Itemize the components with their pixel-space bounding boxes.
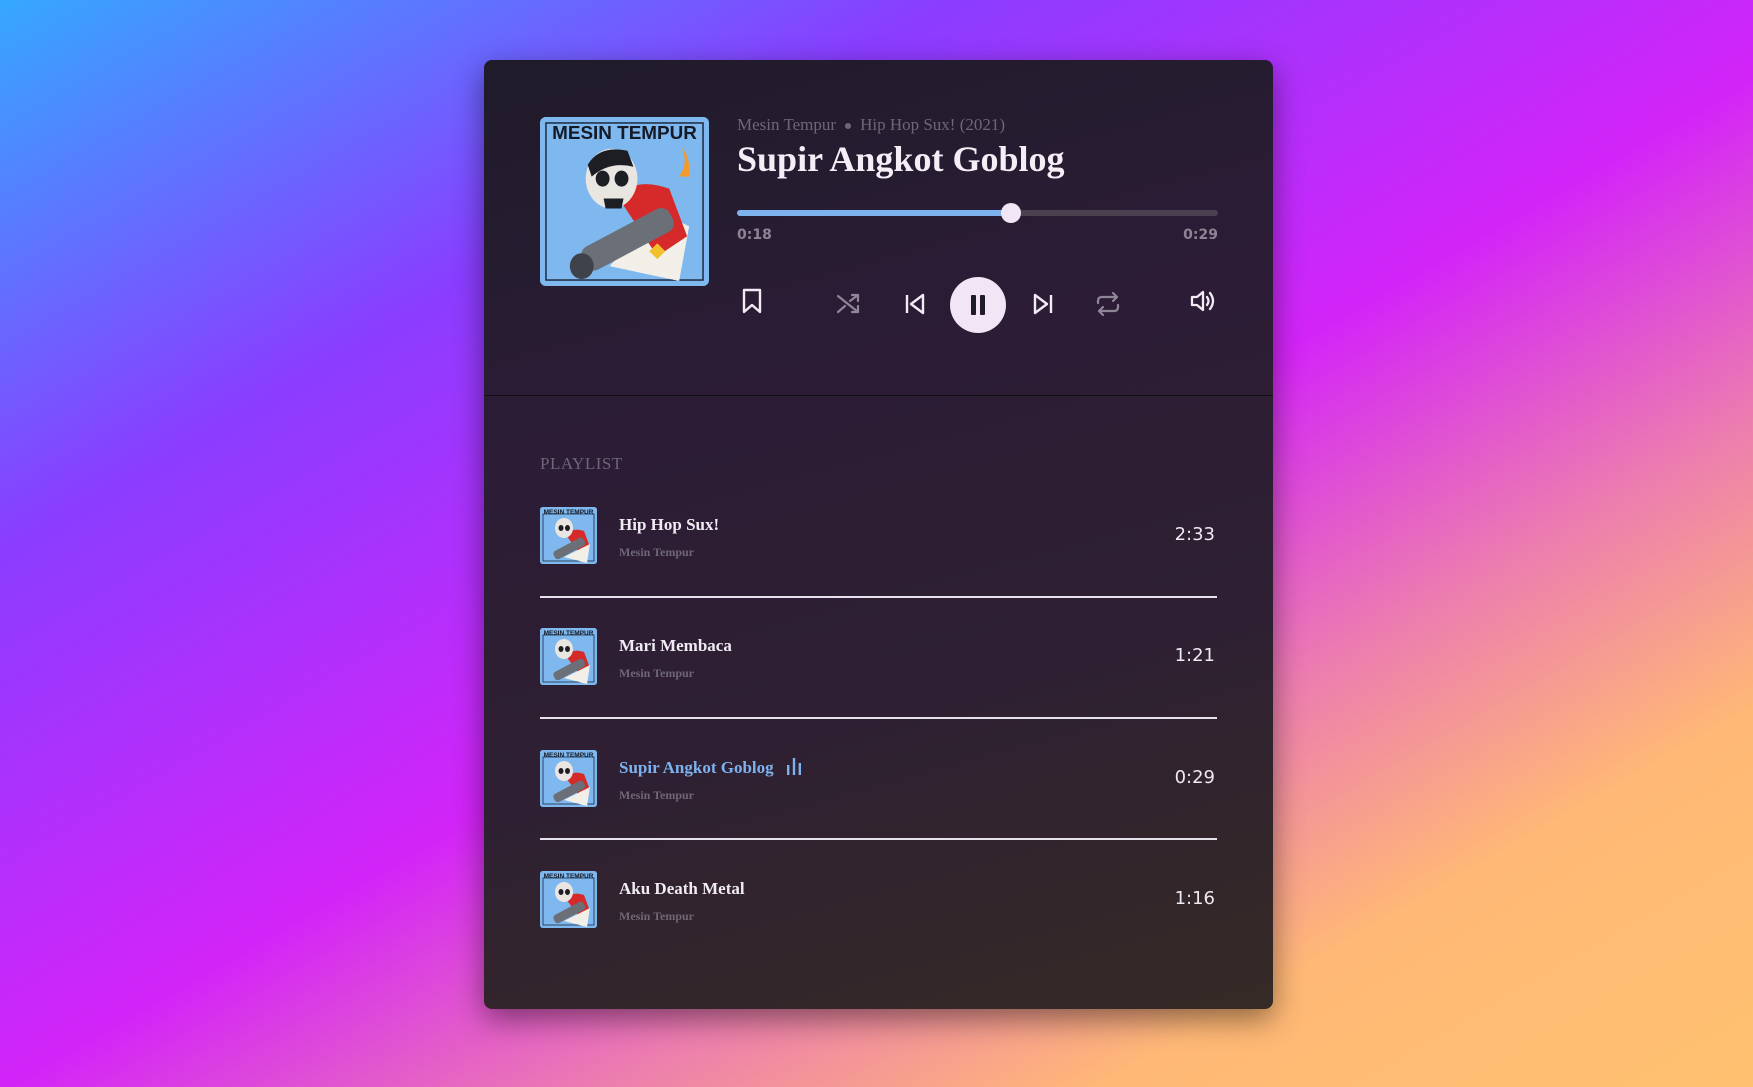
track-thumbnail: MESIN TEMPUR	[540, 871, 597, 928]
thumb-logo-text: MESIN TEMPUR	[544, 630, 594, 637]
thumb-logo-text: MESIN TEMPUR	[544, 752, 594, 759]
volume-icon	[1190, 290, 1215, 312]
track-duration: 1:21	[1174, 645, 1215, 666]
progress-fill	[737, 210, 1012, 216]
volume-button[interactable]	[1186, 285, 1220, 317]
skip-next-icon	[1033, 293, 1053, 315]
pause-icon	[971, 295, 985, 315]
album-name[interactable]: Hip Hop Sux! (2021)	[860, 115, 1005, 134]
track-thumbnail: MESIN TEMPUR	[540, 750, 597, 807]
track-title: Supir Angkot Goblog	[619, 758, 774, 777]
shuffle-icon	[836, 293, 860, 314]
playlist-track[interactable]: MESIN TEMPUR Hip Hop Sux! Mesin Tempur 2…	[540, 507, 1217, 565]
track-divider	[540, 596, 1217, 598]
pause-button[interactable]	[950, 277, 1006, 333]
track-thumbnail: MESIN TEMPUR	[540, 628, 597, 685]
next-button[interactable]	[1027, 288, 1059, 320]
track-title: Hip Hop Sux!	[619, 515, 720, 534]
separator-dot	[845, 123, 852, 130]
track-artist: Mesin Tempur	[619, 545, 695, 559]
track-duration: 0:29	[1174, 767, 1215, 788]
bookmark-button[interactable]	[737, 286, 767, 316]
track-duration: 1:16	[1174, 888, 1215, 909]
music-player: MESIN TEMPUR Mesin Tempur Hip Hop Sux! (2…	[484, 60, 1273, 1009]
playlist-heading: PLAYLIST	[540, 454, 623, 473]
playlist-track[interactable]: MESIN TEMPUR Mari Membaca Mesin Tempur 1…	[540, 628, 1217, 686]
repeat-button[interactable]	[1092, 288, 1124, 320]
album-cover: MESIN TEMPUR	[540, 117, 709, 286]
track-duration: 2:33	[1174, 524, 1215, 545]
repeat-icon	[1096, 291, 1120, 317]
previous-button[interactable]	[899, 288, 931, 320]
playlist-track-active[interactable]: MESIN TEMPUR Supir Angkot Goblog Mesin T…	[540, 750, 1217, 808]
now-playing-panel: MESIN TEMPUR Mesin Tempur Hip Hop Sux! (2…	[484, 60, 1273, 396]
track-divider	[540, 717, 1217, 719]
track-title: Mari Membaca	[619, 636, 732, 655]
thumb-logo-text: MESIN TEMPUR	[544, 873, 594, 880]
skip-previous-icon	[905, 293, 925, 315]
track-title-row: Supir Angkot Goblog	[619, 758, 802, 778]
track-artist: Mesin Tempur	[619, 909, 695, 923]
bookmark-icon	[742, 288, 762, 314]
track-title: Aku Death Metal	[619, 879, 745, 898]
thumb-logo-text: MESIN TEMPUR	[544, 509, 594, 516]
playlist-track[interactable]: MESIN TEMPUR Aku Death Metal Mesin Tempu…	[540, 871, 1217, 929]
current-time: 0:18	[737, 227, 772, 243]
total-time: 0:29	[1183, 227, 1218, 243]
artist-album-line: Mesin Tempur Hip Hop Sux! (2021)	[737, 115, 1005, 135]
track-artist: Mesin Tempur	[619, 666, 695, 680]
cover-logo-text: MESIN TEMPUR	[552, 123, 697, 144]
track-divider	[540, 838, 1217, 840]
progress-bar[interactable]	[737, 203, 1218, 223]
progress-handle[interactable]	[1001, 203, 1022, 223]
track-artist: Mesin Tempur	[619, 788, 695, 802]
artist-name[interactable]: Mesin Tempur	[737, 115, 836, 134]
track-thumbnail: MESIN TEMPUR	[540, 507, 597, 564]
shuffle-button[interactable]	[833, 288, 865, 320]
song-title: Supir Angkot Goblog	[737, 139, 1065, 179]
now-playing-equalizer-icon	[786, 758, 801, 776]
